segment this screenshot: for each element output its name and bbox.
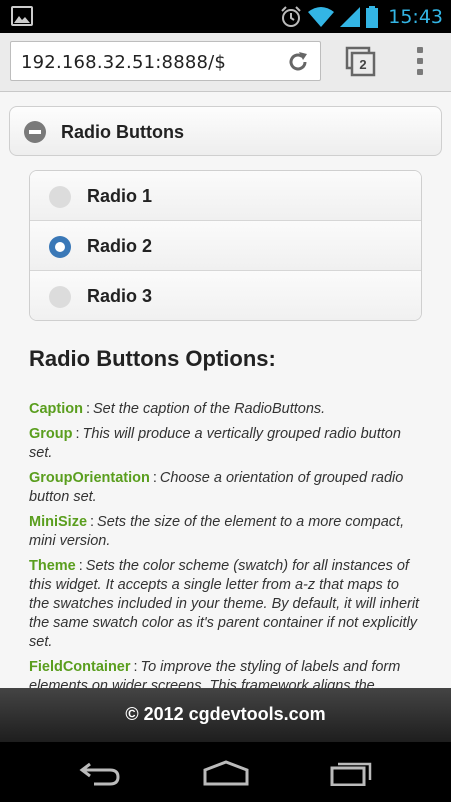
radio-label: Radio 2 bbox=[87, 236, 153, 256]
option-item: GroupOrientation: Choose a orientation of… bbox=[29, 469, 421, 507]
option-separator: : bbox=[90, 514, 95, 530]
tabs-button[interactable]: 2 bbox=[345, 46, 379, 78]
option-key: FieldContainer bbox=[29, 659, 131, 675]
option-desc: This will produce a vertically grouped r… bbox=[29, 426, 401, 461]
address-bar[interactable]: 192.168.32.51:8888/$ bbox=[10, 41, 321, 81]
recent-apps-icon[interactable] bbox=[330, 760, 374, 786]
reload-icon[interactable] bbox=[286, 50, 310, 74]
back-icon[interactable] bbox=[78, 760, 122, 786]
option-key: Group bbox=[29, 426, 73, 442]
option-desc: Sets the color scheme (swatch) for all i… bbox=[29, 558, 420, 650]
menu-dot-icon bbox=[417, 69, 423, 75]
option-key: MiniSize bbox=[29, 514, 88, 530]
footer-text: © 2012 cgdevtools.com bbox=[125, 704, 326, 724]
option-key: Caption bbox=[29, 401, 83, 417]
radio-option-1[interactable]: Radio 1 bbox=[30, 171, 421, 221]
alarm-icon bbox=[281, 5, 301, 27]
option-separator: : bbox=[152, 470, 157, 486]
url-text: 192.168.32.51:8888/$ bbox=[21, 52, 227, 73]
signal-icon bbox=[340, 6, 361, 27]
options-list: Caption: Set the caption of the RadioButt… bbox=[29, 400, 421, 688]
gallery-notification-icon bbox=[11, 6, 33, 26]
radio-option-2[interactable]: Radio 2 bbox=[30, 221, 421, 271]
option-separator: : bbox=[133, 659, 138, 675]
option-key: Theme bbox=[29, 558, 76, 574]
collapsible-title: Radio Buttons bbox=[61, 122, 184, 142]
home-icon[interactable] bbox=[202, 760, 250, 786]
web-page: Radio Buttons Radio 1 Radio 2 Radio 3 Ra… bbox=[0, 92, 451, 688]
option-item: FieldContainer: To improve the styling of… bbox=[29, 658, 421, 688]
radio-group: Radio 1 Radio 2 Radio 3 bbox=[29, 170, 422, 321]
tab-count: 2 bbox=[359, 57, 367, 72]
option-key: GroupOrientation bbox=[29, 470, 150, 486]
minus-circle-icon bbox=[24, 121, 46, 143]
radio-label: Radio 3 bbox=[87, 286, 153, 306]
option-separator: : bbox=[75, 426, 80, 442]
wifi-icon bbox=[308, 6, 335, 27]
option-separator: : bbox=[78, 558, 83, 574]
option-separator: : bbox=[85, 401, 90, 417]
status-bar: 15:43 bbox=[0, 0, 451, 33]
browser-toolbar: 192.168.32.51:8888/$ 2 bbox=[0, 33, 451, 92]
radio-unchecked-icon bbox=[49, 286, 71, 308]
menu-dot-icon bbox=[417, 47, 423, 53]
option-item: Theme: Sets the color scheme (swatch) for… bbox=[29, 557, 421, 652]
option-item: Group: This will produce a vertically gro… bbox=[29, 425, 421, 463]
overflow-menu-button[interactable] bbox=[411, 47, 431, 79]
option-item: Caption: Set the caption of the RadioButt… bbox=[29, 400, 421, 419]
options-heading: Radio Buttons Options: bbox=[29, 346, 276, 371]
option-desc: Set the caption of the RadioButtons. bbox=[93, 401, 326, 417]
radio-checked-icon bbox=[49, 236, 71, 258]
radio-option-3[interactable]: Radio 3 bbox=[30, 271, 421, 320]
page-footer: © 2012 cgdevtools.com bbox=[0, 688, 451, 742]
radio-unchecked-icon bbox=[49, 186, 71, 208]
radio-buttons-collapsible[interactable]: Radio Buttons bbox=[9, 106, 442, 156]
battery-icon bbox=[366, 5, 379, 28]
option-item: MiniSize: Sets the size of the element to… bbox=[29, 513, 421, 551]
system-nav-bar bbox=[0, 742, 451, 802]
clock: 15:43 bbox=[388, 5, 443, 28]
menu-dot-icon bbox=[417, 58, 423, 64]
radio-label: Radio 1 bbox=[87, 186, 153, 206]
